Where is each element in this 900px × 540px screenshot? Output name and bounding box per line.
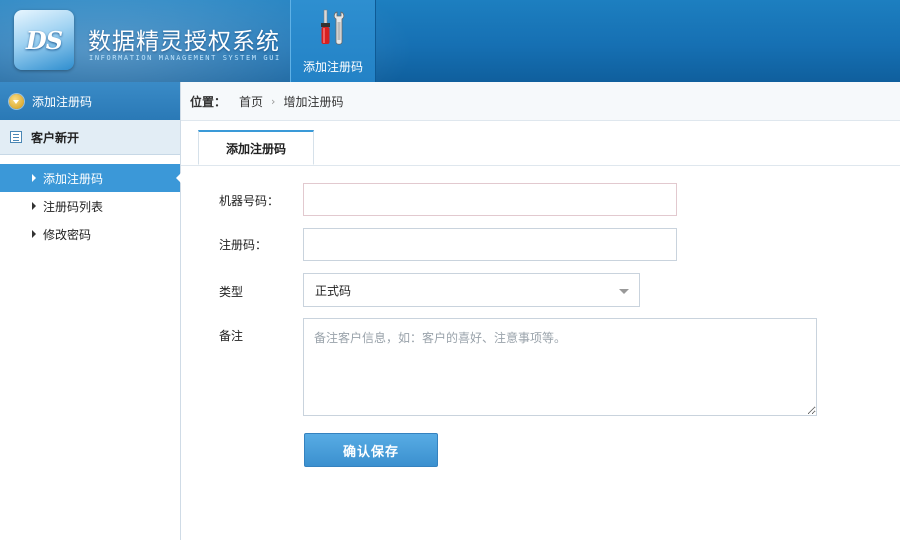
note-textarea[interactable] [303,318,817,416]
app-header: DS 数据精灵授权系统 INFORMATION MANAGEMENT SYSTE… [0,0,900,82]
sidebar-header[interactable]: 添加注册码 [0,82,180,120]
sidebar-item-code-list[interactable]: 注册码列表 [0,192,180,220]
sidebar-item-label: 修改密码 [43,227,92,242]
sidebar: 添加注册码 客户新开 添加注册码 注册码列表 修改密码 [0,82,181,540]
sidebar-item-add-code[interactable]: 添加注册码 [0,164,181,192]
registration-code-input[interactable] [303,228,677,261]
machine-number-input[interactable] [303,183,677,216]
type-select[interactable]: 正式码 [303,273,640,307]
sidebar-header-label: 添加注册码 [32,94,93,109]
tab-bar: 添加注册码 [181,130,900,166]
sidebar-item-label: 注册码列表 [43,199,104,214]
app-logo: DS [14,10,74,70]
top-nav-label: 添加注册码 [302,60,363,74]
breadcrumb-separator: › [271,94,276,108]
type-select-value: 正式码 [315,283,352,298]
caret-right-icon [32,174,36,182]
app-title: 数据精灵授权系统 [88,29,280,55]
note-label: 备注 [219,329,244,343]
logo-text: DS [25,25,63,55]
tools-icon [321,9,345,45]
sidebar-item-change-password[interactable]: 修改密码 [0,220,180,248]
breadcrumb-label: 位置： [190,94,227,109]
type-label: 类型 [219,285,244,299]
registration-code-label: 注册码： [219,238,268,252]
breadcrumb-home-link[interactable]: 首页 [239,93,263,110]
breadcrumb-current: 增加注册码 [283,94,344,109]
sidebar-items: 添加注册码 注册码列表 修改密码 [0,155,181,248]
sidebar-item-label: 添加注册码 [43,171,104,186]
sidebar-group-label: 客户新开 [31,130,80,145]
list-icon [10,131,22,143]
sidebar-group-customer[interactable]: 客户新开 [0,120,180,155]
chevron-down-icon [9,93,24,109]
caret-right-icon [32,202,36,210]
top-nav-add-code[interactable]: 添加注册码 [290,0,376,82]
tab-add-code[interactable]: 添加注册码 [198,130,314,165]
caret-right-icon [32,230,36,238]
app-subtitle: INFORMATION MANAGEMENT SYSTEM GUI [89,54,281,62]
machine-number-label: 机器号码： [219,194,280,208]
confirm-save-button[interactable]: 确认保存 [304,433,438,467]
chevron-down-icon [619,289,629,294]
breadcrumb: 位置： 首页 › 增加注册码 [181,82,900,121]
